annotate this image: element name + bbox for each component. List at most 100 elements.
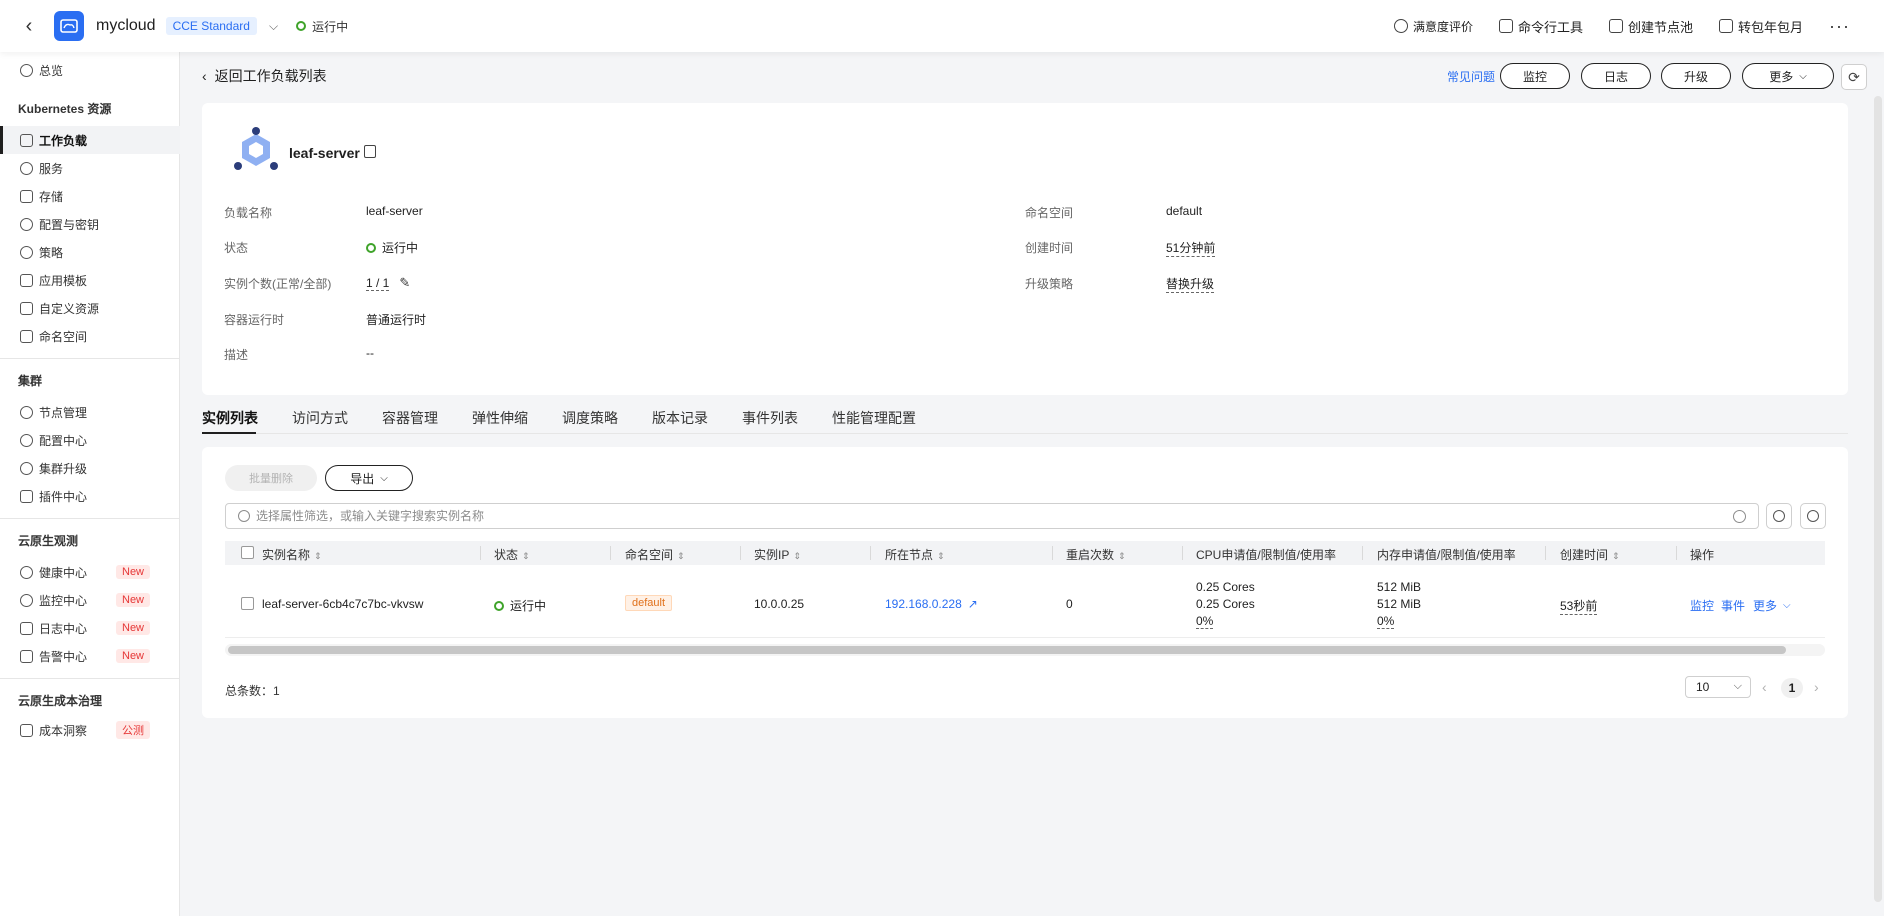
sort-icon[interactable]: ⇕ — [314, 551, 322, 561]
next-page-icon[interactable]: › — [1814, 679, 1819, 695]
sidebar-section-cluster: 集群 — [18, 374, 43, 388]
sort-icon[interactable]: ⇕ — [1612, 551, 1620, 561]
column-header-created[interactable]: 创建时间 ⇕ — [1560, 546, 1620, 563]
sidebar-divider — [0, 358, 180, 359]
search-input[interactable] — [256, 509, 1716, 523]
current-page[interactable]: 1 — [1781, 678, 1803, 698]
column-separator — [1545, 546, 1546, 560]
cli-tool-button[interactable]: 命令行工具 — [1498, 17, 1583, 36]
row-checkbox[interactable] — [241, 597, 254, 610]
running-status-icon — [366, 242, 376, 253]
more-actions-label: 更多 — [1769, 69, 1794, 84]
terminal-icon — [1498, 19, 1513, 33]
sidebar-item-label: 监控中心 — [39, 593, 88, 608]
column-header-name[interactable]: 实例名称 ⇕ — [262, 546, 322, 563]
copy-icon[interactable] — [364, 145, 376, 158]
tab-instances[interactable]: 实例列表 — [202, 408, 258, 428]
column-separator — [1676, 546, 1677, 560]
page-scrollbar[interactable] — [1874, 96, 1882, 902]
tab-autoscaling[interactable]: 弹性伸缩 — [472, 408, 528, 428]
sidebar-item-storage[interactable]: 存储 — [0, 182, 180, 210]
monitor-button[interactable]: 监控 — [1500, 63, 1570, 89]
convert-billing-button[interactable]: 转包年包月 — [1719, 17, 1803, 36]
column-header-label: 实例名称 — [262, 548, 311, 562]
refresh-icon: ⟳ — [1848, 68, 1860, 85]
faq-link[interactable]: 常见问题 — [1447, 68, 1495, 85]
cluster-switch-chevron-icon[interactable]: ⌵ — [269, 19, 278, 34]
sidebar-item-label: 命名空间 — [39, 329, 88, 344]
tab-events[interactable]: 事件列表 — [742, 408, 798, 428]
sort-icon[interactable]: ⇕ — [1118, 551, 1126, 561]
back-arrow-icon[interactable]: ‹ — [14, 15, 44, 38]
sidebar-item-monitoring-center[interactable]: 监控中心 New — [0, 586, 180, 614]
external-link-icon: ↗ — [967, 597, 978, 611]
tab-scheduling[interactable]: 调度策略 — [562, 408, 618, 428]
sidebar-item-services[interactable]: 服务 — [0, 154, 180, 182]
export-button[interactable]: 导出 ⌵ — [325, 465, 413, 491]
sidebar-item-config-center[interactable]: 配置中心 — [0, 426, 180, 454]
edit-icon[interactable]: ✎ — [399, 275, 410, 291]
prev-page-icon[interactable]: ‹ — [1762, 679, 1767, 695]
filter-settings-icon[interactable] — [1733, 510, 1746, 523]
sidebar-item-nodes[interactable]: 节点管理 — [0, 398, 180, 426]
sidebar-divider — [0, 678, 180, 679]
sidebar-item-workloads[interactable]: 工作负载 — [0, 126, 180, 154]
new-badge: New — [116, 621, 151, 635]
sidebar-item-addons[interactable]: 插件中心 — [0, 482, 180, 510]
tab-performance[interactable]: 性能管理配置 — [832, 408, 916, 428]
sort-icon[interactable]: ⇕ — [677, 551, 685, 561]
batch-delete-button[interactable]: 批量删除 — [225, 465, 317, 491]
field-label-namespace: 命名空间 — [1025, 206, 1074, 220]
more-menu-icon[interactable]: ··· — [1829, 16, 1850, 37]
back-to-workloads-link[interactable]: ‹ 返回工作负载列表 — [202, 66, 327, 86]
create-nodepool-button[interactable]: 创建节点池 — [1608, 17, 1693, 36]
sidebar-item-cost-insight[interactable]: 成本洞察 公测 — [0, 716, 180, 744]
create-nodepool-label: 创建节点池 — [1627, 19, 1693, 35]
refresh-button[interactable]: ⟳ — [1841, 64, 1867, 90]
column-header-namespace[interactable]: 命名空间 ⇕ — [625, 546, 685, 563]
field-label-workload-name: 负载名称 — [224, 206, 273, 220]
table-refresh-button[interactable] — [1766, 503, 1792, 529]
sidebar-item-app-templates[interactable]: 应用模板 — [0, 266, 180, 294]
sidebar-item-custom-resources[interactable]: 自定义资源 — [0, 294, 180, 322]
sidebar-item-policies[interactable]: 策略 — [0, 238, 180, 266]
row-more-link[interactable]: 更多 ⌵ — [1753, 597, 1791, 614]
tab-versions[interactable]: 版本记录 — [652, 408, 708, 428]
tab-access[interactable]: 访问方式 — [292, 408, 348, 428]
instance-status-text: 运行中 — [510, 599, 547, 613]
sidebar-item-log-center[interactable]: 日志中心 New — [0, 614, 180, 642]
sidebar-item-namespaces[interactable]: 命名空间 — [0, 322, 180, 350]
sidebar-item-cluster-upgrade[interactable]: 集群升级 — [0, 454, 180, 482]
page-size-select[interactable]: 10 ⌵ — [1685, 676, 1751, 698]
table-settings-button[interactable] — [1800, 503, 1826, 529]
sidebar-item-overview[interactable]: 总览 — [0, 56, 180, 84]
table-hscroll-thumb[interactable] — [228, 646, 1786, 654]
nodepool-icon — [1608, 19, 1623, 33]
new-badge: New — [116, 649, 151, 663]
sidebar-item-configs-secrets[interactable]: 配置与密钥 — [0, 210, 180, 238]
satisfaction-button[interactable]: 满意度评价 — [1393, 18, 1473, 35]
instance-node-link[interactable]: 192.168.0.228 ↗ — [885, 597, 978, 611]
log-button[interactable]: 日志 — [1581, 63, 1651, 89]
key-icon — [20, 217, 33, 231]
column-header-cpu: CPU申请值/限制值/使用率 — [1196, 548, 1337, 562]
column-header-label: 创建时间 — [1560, 548, 1609, 562]
sort-icon[interactable]: ⇕ — [937, 551, 945, 561]
sort-icon[interactable]: ⇕ — [793, 551, 801, 561]
select-all-checkbox[interactable] — [241, 546, 254, 559]
column-header-node[interactable]: 所在节点 ⇕ — [885, 546, 945, 563]
sidebar-item-alarm-center[interactable]: 告警中心 New — [0, 642, 180, 670]
row-monitor-link[interactable]: 监控 — [1690, 597, 1714, 614]
sidebar-item-health-center[interactable]: 健康中心 New — [0, 558, 180, 586]
more-actions-button[interactable]: 更多 ⌵ — [1742, 63, 1834, 89]
upgrade-button[interactable]: 升级 — [1661, 63, 1731, 89]
column-header-label: 状态 — [494, 548, 519, 562]
column-header-status[interactable]: 状态 ⇕ — [494, 546, 530, 563]
tab-containers[interactable]: 容器管理 — [382, 408, 438, 428]
sort-icon[interactable]: ⇕ — [522, 551, 530, 561]
column-header-restarts[interactable]: 重启次数 ⇕ — [1066, 546, 1126, 563]
row-events-link[interactable]: 事件 — [1721, 597, 1745, 614]
satisfaction-label: 满意度评价 — [1412, 19, 1473, 34]
sidebar-item-label: 应用模板 — [39, 273, 88, 288]
column-header-ip[interactable]: 实例IP ⇕ — [754, 546, 801, 563]
